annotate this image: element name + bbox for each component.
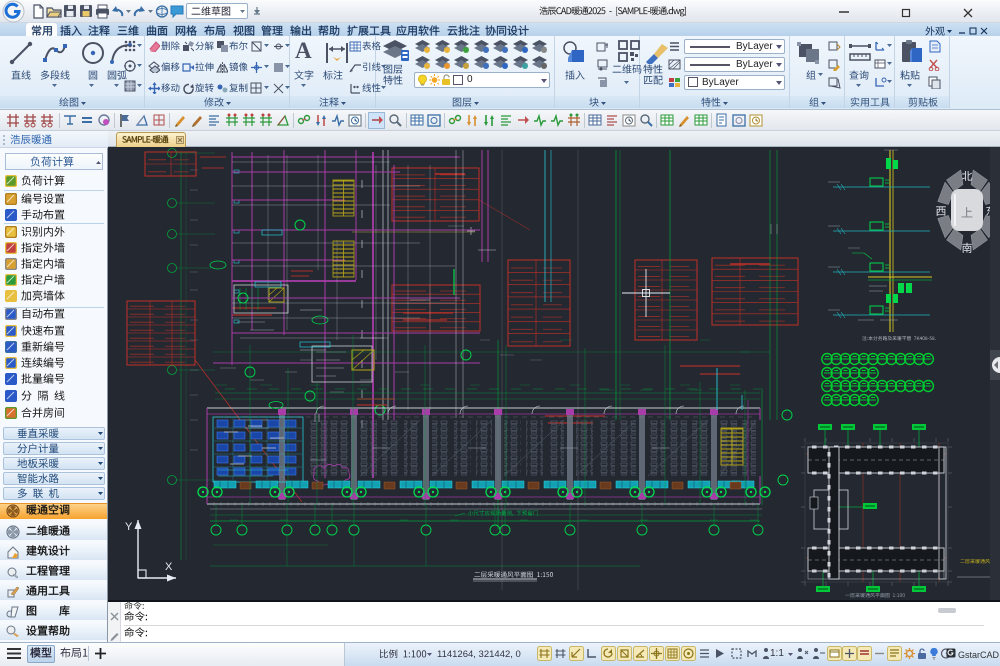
svg-text:X: X bbox=[165, 561, 173, 573]
svg-text:Y: Y bbox=[125, 521, 133, 533]
